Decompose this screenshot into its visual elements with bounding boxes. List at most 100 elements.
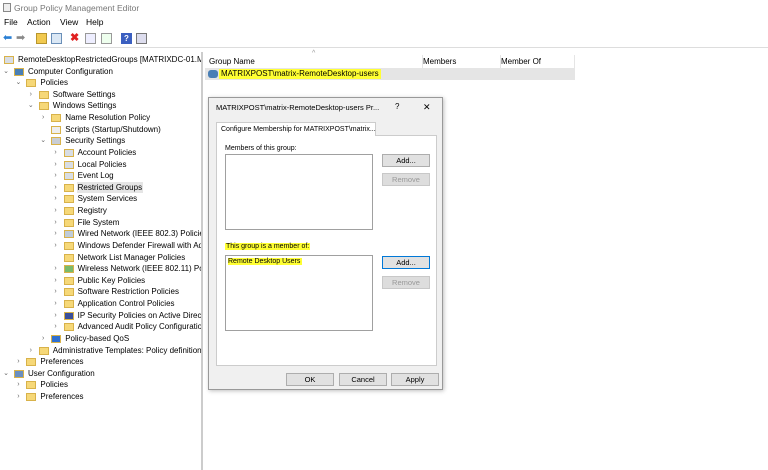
tree-item[interactable]: › Administrative Templates: Policy defini… <box>0 345 203 356</box>
tree-item[interactable]: › Public Key Policies <box>0 275 201 286</box>
tree-item-label: Registry <box>77 206 107 216</box>
expand-chevron-icon[interactable]: › <box>52 217 60 228</box>
folder-lock-icon <box>63 183 74 192</box>
collapse-chevron-icon[interactable]: ⌄ <box>2 66 10 77</box>
tree-item-label: User Configuration <box>28 368 95 378</box>
tree-item[interactable]: › Name Resolution Policy <box>0 112 201 123</box>
column-header-members[interactable]: Members <box>423 55 501 68</box>
expand-chevron-icon[interactable]: › <box>14 391 22 402</box>
tree-item[interactable]: ⌄ Computer Configuration <box>0 66 201 77</box>
ok-button[interactable]: OK <box>286 373 334 386</box>
tree-item[interactable]: › Software Restriction Policies <box>0 286 201 297</box>
tree-item-label: Wireless Network (IEEE 802.11) Polic <box>77 264 203 274</box>
expand-chevron-icon[interactable]: › <box>27 345 35 356</box>
expand-chevron-icon[interactable]: › <box>52 240 60 251</box>
tree-item[interactable]: › Policy-based QoS <box>0 333 201 344</box>
folder-icon <box>38 102 49 111</box>
tab-configure-membership[interactable]: Configure Membership for MATRIXPOST\matr… <box>216 122 376 136</box>
menu-file[interactable]: File <box>4 17 18 27</box>
menu-action[interactable]: Action <box>27 17 51 27</box>
tree-item[interactable]: › Software Settings <box>0 89 201 100</box>
tree-item[interactable]: › File System <box>0 217 201 228</box>
window-title: Group Policy Management Editor <box>14 3 140 13</box>
tree-item[interactable]: › Application Control Policies <box>0 298 201 309</box>
tree-item[interactable]: ⌄ User Configuration <box>0 368 201 379</box>
tree-item-label: Software Settings <box>52 89 116 99</box>
back-icon[interactable]: ⬅ <box>3 33 14 44</box>
help-button[interactable]: ? <box>395 102 399 111</box>
column-header-group-name[interactable]: Group Name <box>209 55 423 68</box>
tree-item[interactable]: › Preferences <box>0 356 201 367</box>
member-of-remove-button[interactable]: Remove <box>382 276 430 289</box>
tree-item-label: Administrative Templates: Policy definit… <box>52 345 203 355</box>
tree-item[interactable]: › Restricted Groups <box>0 181 201 193</box>
tree-item[interactable]: › Advanced Audit Policy Configuratio <box>0 321 201 332</box>
expand-chevron-icon[interactable]: › <box>52 193 60 204</box>
tree-item[interactable]: › Windows Defender Firewall with Adv <box>0 240 201 251</box>
members-list[interactable] <box>225 154 373 230</box>
expand-chevron-icon[interactable]: › <box>52 228 60 239</box>
expand-chevron-icon[interactable]: › <box>52 182 60 193</box>
tree-item[interactable]: RemoteDesktopRestrictedGroups [MATRIXDC-… <box>0 54 203 65</box>
tree-item-label: RemoteDesktopRestrictedGroups [MATRIXDC-… <box>18 55 203 64</box>
members-remove-button[interactable]: Remove <box>382 173 430 186</box>
expand-chevron-icon[interactable]: › <box>39 112 47 123</box>
tree-item[interactable]: ⌄ Security Settings <box>0 135 201 146</box>
column-header-member-of[interactable]: Member Of <box>501 55 575 68</box>
expand-chevron-icon[interactable]: › <box>27 89 35 100</box>
tree-item-label: System Services <box>77 194 138 204</box>
close-button[interactable]: ✕ <box>423 102 431 113</box>
tree-item[interactable]: ⌄ Windows Settings <box>0 100 201 111</box>
menu-help[interactable]: Help <box>86 17 103 27</box>
tree-item[interactable]: › Event Log <box>0 170 201 181</box>
member-of-add-button[interactable]: Add... <box>382 256 430 269</box>
menu-view[interactable]: View <box>60 17 78 27</box>
tree-item[interactable]: › Policies <box>0 379 201 390</box>
expand-chevron-icon[interactable]: › <box>14 356 22 367</box>
forward-icon[interactable]: ➡ <box>16 33 27 44</box>
expand-chevron-icon[interactable]: › <box>52 321 60 332</box>
apply-button[interactable]: Apply <box>391 373 439 386</box>
collapse-chevron-icon[interactable]: ⌄ <box>39 135 47 146</box>
folder-icon <box>63 241 74 250</box>
tree-item[interactable]: › Local Policies <box>0 159 201 170</box>
list-row[interactable]: MATRIXPOST\matrix-RemoteDesktop-users <box>205 68 575 80</box>
tree-item[interactable]: › Account Policies <box>0 147 201 158</box>
expand-chevron-icon[interactable]: › <box>52 147 60 158</box>
tree-item[interactable]: Network List Manager Policies <box>0 252 201 263</box>
expand-chevron-icon[interactable]: › <box>14 379 22 390</box>
members-add-button[interactable]: Add... <box>382 154 430 167</box>
tree-item[interactable]: › Preferences <box>0 391 201 402</box>
cancel-button[interactable]: Cancel <box>339 373 387 386</box>
collapse-chevron-icon[interactable]: ⌄ <box>27 100 35 111</box>
tree-item-label: Computer Configuration <box>28 66 113 76</box>
expand-chevron-icon[interactable]: › <box>52 286 60 297</box>
delete-icon[interactable]: ✖ <box>70 33 81 44</box>
expand-chevron-icon[interactable]: › <box>39 333 47 344</box>
member-of-item[interactable]: Remote Desktop Users <box>228 258 303 265</box>
member-of-list[interactable]: Remote Desktop Users <box>225 255 373 331</box>
expand-chevron-icon[interactable]: › <box>52 159 60 170</box>
expand-chevron-icon[interactable]: › <box>52 310 60 321</box>
collapse-chevron-icon[interactable]: ⌄ <box>2 368 10 379</box>
up-folder-icon[interactable] <box>36 33 47 44</box>
tree-item[interactable]: › IP Security Policies on Active Directo <box>0 310 201 321</box>
tree-item[interactable]: › Wireless Network (IEEE 802.11) Polic <box>0 263 203 274</box>
help-icon[interactable]: ? <box>121 33 132 44</box>
expand-chevron-icon[interactable]: › <box>52 263 60 274</box>
tree-item[interactable]: › Registry <box>0 205 201 216</box>
tree-item[interactable]: ⌄ Policies <box>0 77 201 88</box>
expand-chevron-icon[interactable]: › <box>52 275 60 286</box>
tree-item[interactable]: › System Services <box>0 193 201 204</box>
properties-icon[interactable] <box>85 33 96 44</box>
show-hide-tree-icon[interactable] <box>51 33 62 44</box>
expand-chevron-icon[interactable]: › <box>52 298 60 309</box>
tree-item[interactable]: Scripts (Startup/Shutdown) <box>0 124 201 135</box>
expand-chevron-icon[interactable]: › <box>52 170 60 181</box>
export-icon[interactable] <box>101 33 112 44</box>
collapse-chevron-icon[interactable]: ⌄ <box>14 77 22 88</box>
expand-chevron-icon[interactable]: › <box>52 205 60 216</box>
console-icon[interactable] <box>136 33 147 44</box>
tree-item[interactable]: › Wired Network (IEEE 802.3) Policies <box>0 228 201 239</box>
folder-icon <box>38 90 49 99</box>
